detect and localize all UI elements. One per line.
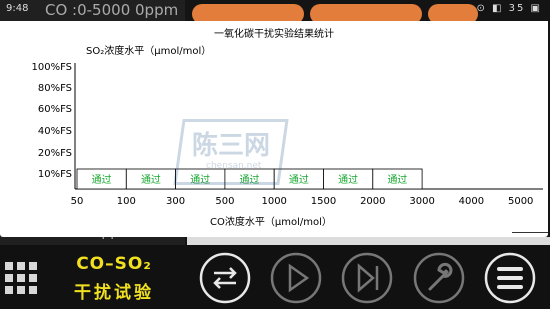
y-tick-label: 60%FS [38,104,72,115]
app-title-line2: 干扰试验 [74,283,154,303]
watermark-logo: 陈三网 chensan.net [173,89,296,189]
status-time: 9:48 [6,3,29,14]
y-axis-label: SO₂浓度水平（μmol/mol） [86,44,211,57]
result-cell-label: 通过 [387,173,407,186]
result-cell-label: 通过 [338,173,358,186]
x-tick-label: 1500 [311,196,336,207]
y-tick-label: 100%FS [31,62,72,73]
x-tick-label: 100 [117,196,136,207]
y-tick-label: 40%FS [38,126,72,137]
x-tick-label: 3000 [409,196,434,207]
x-tick-label: 500 [215,196,234,207]
y-tick-label: 80%FS [38,83,72,94]
y-tick-label: 10%FS [38,169,72,180]
x-tick-label: 300 [166,196,185,207]
x-tick-label: 2000 [360,196,385,207]
bottom-toolbar: CO–SO₂ 干扰试验 [0,245,550,309]
swap-icon[interactable] [199,252,251,304]
app-title-line1: CO–SO₂ [76,254,152,274]
co-range-label: CO :0-5000 0ppm [45,1,179,19]
result-cell-label: 通过 [92,173,112,186]
status-icons: ⊙ ◧ 35 ▣ [476,3,542,14]
y-tick-label: 20%FS [38,148,72,159]
divider [512,232,548,233]
x-axis-label: CO浓度水平（μmol/mol） [210,215,332,228]
grid-icon[interactable] [5,262,37,294]
result-cell-label: 通过 [141,173,161,186]
menu-icon[interactable] [484,252,536,304]
chart-title: 一氧化碳干扰实验结果统计 [214,27,334,40]
x-tick-label: 5000 [508,196,533,207]
x-tick-label: 1000 [261,196,286,207]
result-dialog[interactable]: 一氧化碳干扰实验结果统计 SO₂浓度水平（μmol/mol） CO浓度水平（μm… [0,21,548,237]
background-panel [187,237,550,245]
watermark-text: 陈三网 [192,131,271,161]
watermark-url: chensan.net [206,161,262,171]
wrench-icon[interactable] [413,252,465,304]
x-tick-label: 50 [71,196,84,207]
x-tick-label: 4000 [459,196,484,207]
play-icon[interactable] [270,252,322,304]
skip-next-icon[interactable] [341,252,393,304]
app-title: CO–SO₂ 干扰试验 [44,254,184,304]
